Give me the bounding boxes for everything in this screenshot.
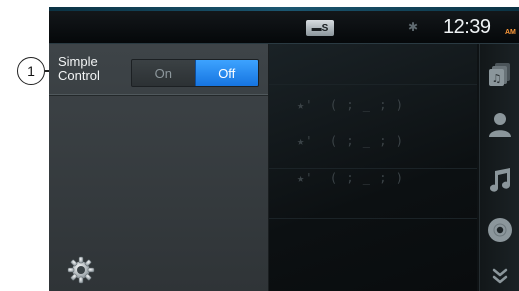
status-bar: ▬S ✱ 12:39 AM bbox=[49, 7, 519, 44]
list-divider bbox=[269, 168, 477, 169]
device-screen: ▬S ✱ 12:39 AM Simple Control On Off ★' (… bbox=[49, 7, 519, 291]
clock-ampm: AM bbox=[505, 29, 516, 36]
clock: 12:39 bbox=[443, 16, 491, 38]
album-icon[interactable] bbox=[486, 216, 514, 244]
label-line-1: Simple bbox=[58, 54, 98, 69]
source-badge[interactable]: ▬S bbox=[306, 20, 334, 36]
callout-number: 1 bbox=[17, 57, 45, 85]
playlists-icon[interactable]: ♫ bbox=[486, 60, 514, 88]
song-icon[interactable] bbox=[486, 166, 514, 194]
settings-panel: Simple Control On Off bbox=[49, 44, 269, 291]
off-button[interactable]: Off bbox=[194, 60, 258, 86]
artist-icon[interactable] bbox=[486, 110, 514, 138]
svg-text:♫: ♫ bbox=[492, 72, 502, 85]
bluetooth-icon: ✱ bbox=[408, 20, 419, 34]
list-item[interactable]: ★' ( ; _ ; ) bbox=[297, 98, 404, 112]
list-item[interactable]: ★' ( ; _ ; ) bbox=[297, 134, 404, 148]
more-icon[interactable] bbox=[486, 262, 514, 290]
list-divider bbox=[269, 84, 477, 85]
simple-control-label: Simple Control bbox=[58, 55, 128, 83]
simple-control-row: Simple Control On Off bbox=[49, 44, 268, 95]
simple-control-toggle[interactable]: On Off bbox=[131, 59, 259, 87]
on-button[interactable]: On bbox=[132, 60, 195, 86]
category-sidebar: ♫ bbox=[479, 44, 519, 291]
gear-icon[interactable] bbox=[67, 256, 95, 284]
list-item[interactable]: ★' ( ; _ ; ) bbox=[297, 171, 404, 185]
list-divider bbox=[269, 218, 477, 219]
content-list: ★' ( ; _ ; ) ★' ( ; _ ; ) ★' ( ; _ ; ) bbox=[269, 44, 477, 291]
label-line-2: Control bbox=[58, 68, 100, 83]
